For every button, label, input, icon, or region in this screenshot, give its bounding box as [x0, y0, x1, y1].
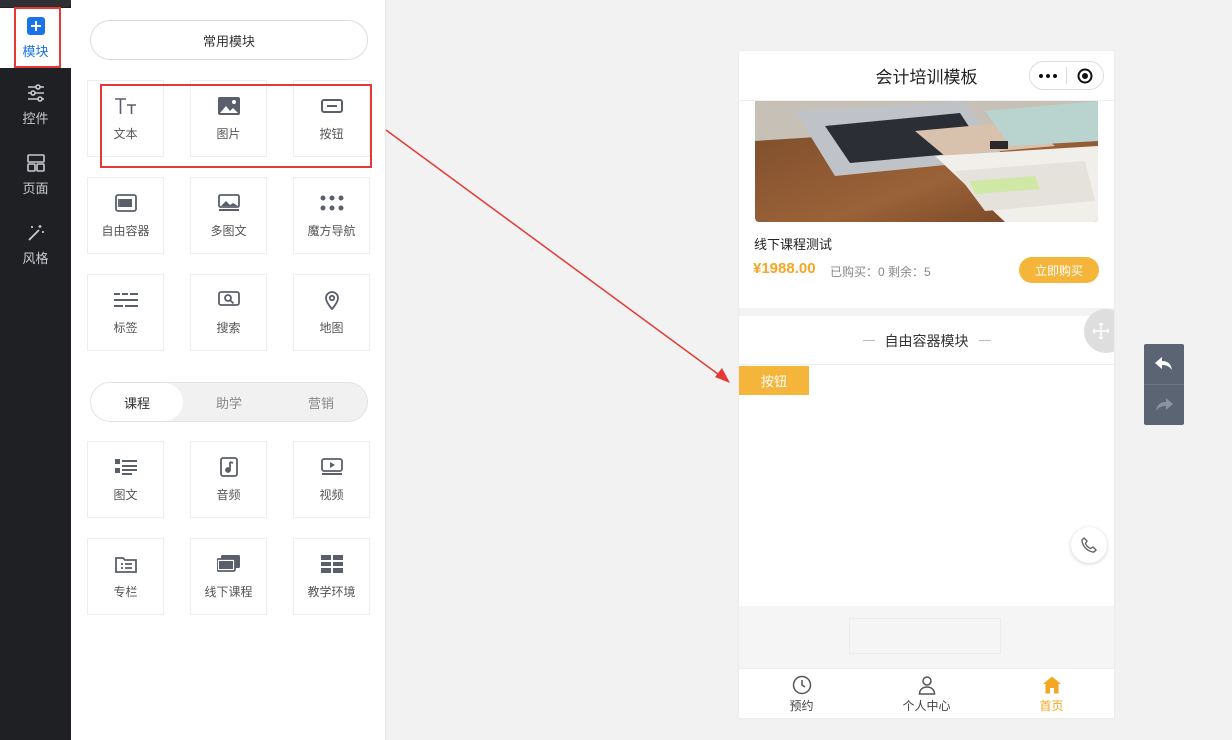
phone-header: 会计培训模板 — [739, 51, 1114, 101]
free-container-header[interactable]: 自由容器模块 — [739, 317, 1114, 365]
nav-item-pages[interactable]: 页面 — [0, 146, 71, 204]
tags-icon — [113, 289, 138, 311]
bottom-tabbar: 预约 个人中心 首页 — [739, 668, 1114, 718]
nav-item-label: 风格 — [22, 251, 49, 266]
redo-icon[interactable] — [1144, 385, 1184, 425]
grid-dots-icon — [320, 192, 344, 214]
tile-label: 文本 — [113, 127, 138, 141]
nav-item-label: 页面 — [22, 181, 49, 196]
course-cover-image[interactable] — [755, 101, 1098, 222]
tile-label: 搜索 — [216, 321, 241, 335]
nav-item-style[interactable]: 风格 — [0, 216, 71, 274]
module-tile-cube-nav[interactable]: 魔方导航 — [293, 177, 370, 254]
page-title: 会计培训模板 — [875, 68, 978, 87]
module-tile-multi-image[interactable]: 多图文 — [190, 177, 267, 254]
multi-image-icon — [217, 192, 241, 214]
button-icon — [320, 95, 344, 117]
left-nav: 模块 控件 页面 风格 — [0, 0, 71, 740]
close-target-icon[interactable] — [1067, 62, 1103, 89]
nav-item-controls[interactable]: 控件 — [0, 76, 71, 134]
undo-redo-group — [1144, 344, 1184, 425]
sliders-icon — [26, 83, 46, 103]
footer-placeholder-box — [849, 618, 1001, 654]
tab-label: 首页 — [1039, 698, 1064, 713]
user-icon — [916, 674, 938, 696]
common-modules-title: 常用模块 — [90, 20, 368, 60]
course-stats: 已购买：0 剩余：5 — [830, 265, 931, 279]
module-tile-image[interactable]: 图片 — [190, 80, 267, 157]
course-name: 线下课程测试 — [754, 237, 833, 252]
dropped-button-module[interactable]: 按钮 — [739, 366, 809, 395]
tile-label: 多图文 — [210, 224, 247, 238]
tile-label: 图片 — [216, 127, 241, 141]
article-icon — [114, 456, 138, 478]
segment-course[interactable]: 课程 — [91, 383, 183, 421]
segment-marketing[interactable]: 营销 — [275, 383, 367, 421]
tab-home[interactable]: 首页 — [989, 669, 1114, 718]
buy-now-button[interactable]: 立即购买 — [1019, 257, 1099, 283]
text-icon — [114, 95, 138, 117]
module-tile-text[interactable]: 文本 — [87, 80, 164, 157]
more-icon[interactable] — [1030, 62, 1066, 89]
tile-label: 教学环境 — [307, 585, 356, 599]
tab-profile[interactable]: 个人中心 — [864, 669, 989, 718]
phone-preview: 会计培训模板 线下课程测试 ¥1988.00 已购买：0 剩余：5 立即购买 自… — [739, 51, 1114, 718]
nav-item-label: 控件 — [22, 111, 49, 126]
map-pin-icon — [320, 289, 344, 311]
course-price: ¥1988.00 — [753, 260, 816, 277]
container-icon — [114, 192, 138, 214]
footer-placeholder-area — [739, 606, 1114, 668]
module-tile-search[interactable]: 搜索 — [190, 274, 267, 351]
module-panel: 常用模块 文本 图片 按钮 自由容器 多图文 魔方导航 标签 搜索 地图 课程 … — [71, 0, 386, 740]
tile-label: 视频 — [319, 488, 344, 502]
module-tile-column[interactable]: 专栏 — [87, 538, 164, 615]
folder-icon — [114, 553, 138, 575]
tab-booking[interactable]: 预约 — [739, 669, 864, 718]
tile-label: 图文 — [113, 488, 138, 502]
phone-call-icon[interactable] — [1071, 527, 1107, 563]
clock-icon — [791, 674, 813, 696]
free-container-title: 自由容器模块 — [884, 332, 969, 349]
audio-icon — [217, 456, 241, 478]
module-tile-offline-course[interactable]: 线下课程 — [190, 538, 267, 615]
tab-label: 个人中心 — [902, 698, 951, 713]
course-segment-control: 课程 助学 营销 — [90, 382, 368, 422]
image-icon — [217, 95, 241, 117]
module-tile-audio[interactable]: 音频 — [190, 441, 267, 518]
tile-label: 线下课程 — [204, 585, 253, 599]
title-dash-left — [862, 340, 875, 341]
module-tile-article[interactable]: 图文 — [87, 441, 164, 518]
title-dash-right — [978, 340, 991, 341]
nav-item-modules[interactable]: 模块 — [0, 7, 71, 68]
mini-program-capsule — [1029, 61, 1104, 90]
module-tile-button[interactable]: 按钮 — [293, 80, 370, 157]
module-tile-map[interactable]: 地图 — [293, 274, 370, 351]
module-tile-free-container[interactable]: 自由容器 — [87, 177, 164, 254]
home-icon — [1041, 674, 1063, 696]
offline-course-icon — [216, 553, 241, 575]
environment-icon — [320, 553, 344, 575]
tile-label: 自由容器 — [101, 224, 150, 238]
video-icon — [320, 456, 344, 478]
module-tile-teaching-env[interactable]: 教学环境 — [293, 538, 370, 615]
nav-highlight-box — [14, 7, 61, 68]
tile-label: 按钮 — [319, 127, 344, 141]
nav-top-strip — [0, 0, 71, 7]
magic-wand-icon — [26, 223, 46, 243]
module-tile-video[interactable]: 视频 — [293, 441, 370, 518]
search-icon — [217, 289, 241, 311]
tile-label: 音频 — [216, 488, 241, 502]
undo-icon[interactable] — [1144, 344, 1184, 384]
tile-label: 专栏 — [113, 585, 138, 599]
module-tile-tags[interactable]: 标签 — [87, 274, 164, 351]
section-gap — [739, 308, 1114, 316]
tile-label: 魔方导航 — [307, 224, 356, 238]
tab-label: 预约 — [789, 698, 814, 713]
layout-icon — [26, 153, 46, 173]
tile-label: 标签 — [113, 321, 138, 335]
segment-study-aid[interactable]: 助学 — [183, 383, 275, 421]
tile-label: 地图 — [319, 321, 344, 335]
